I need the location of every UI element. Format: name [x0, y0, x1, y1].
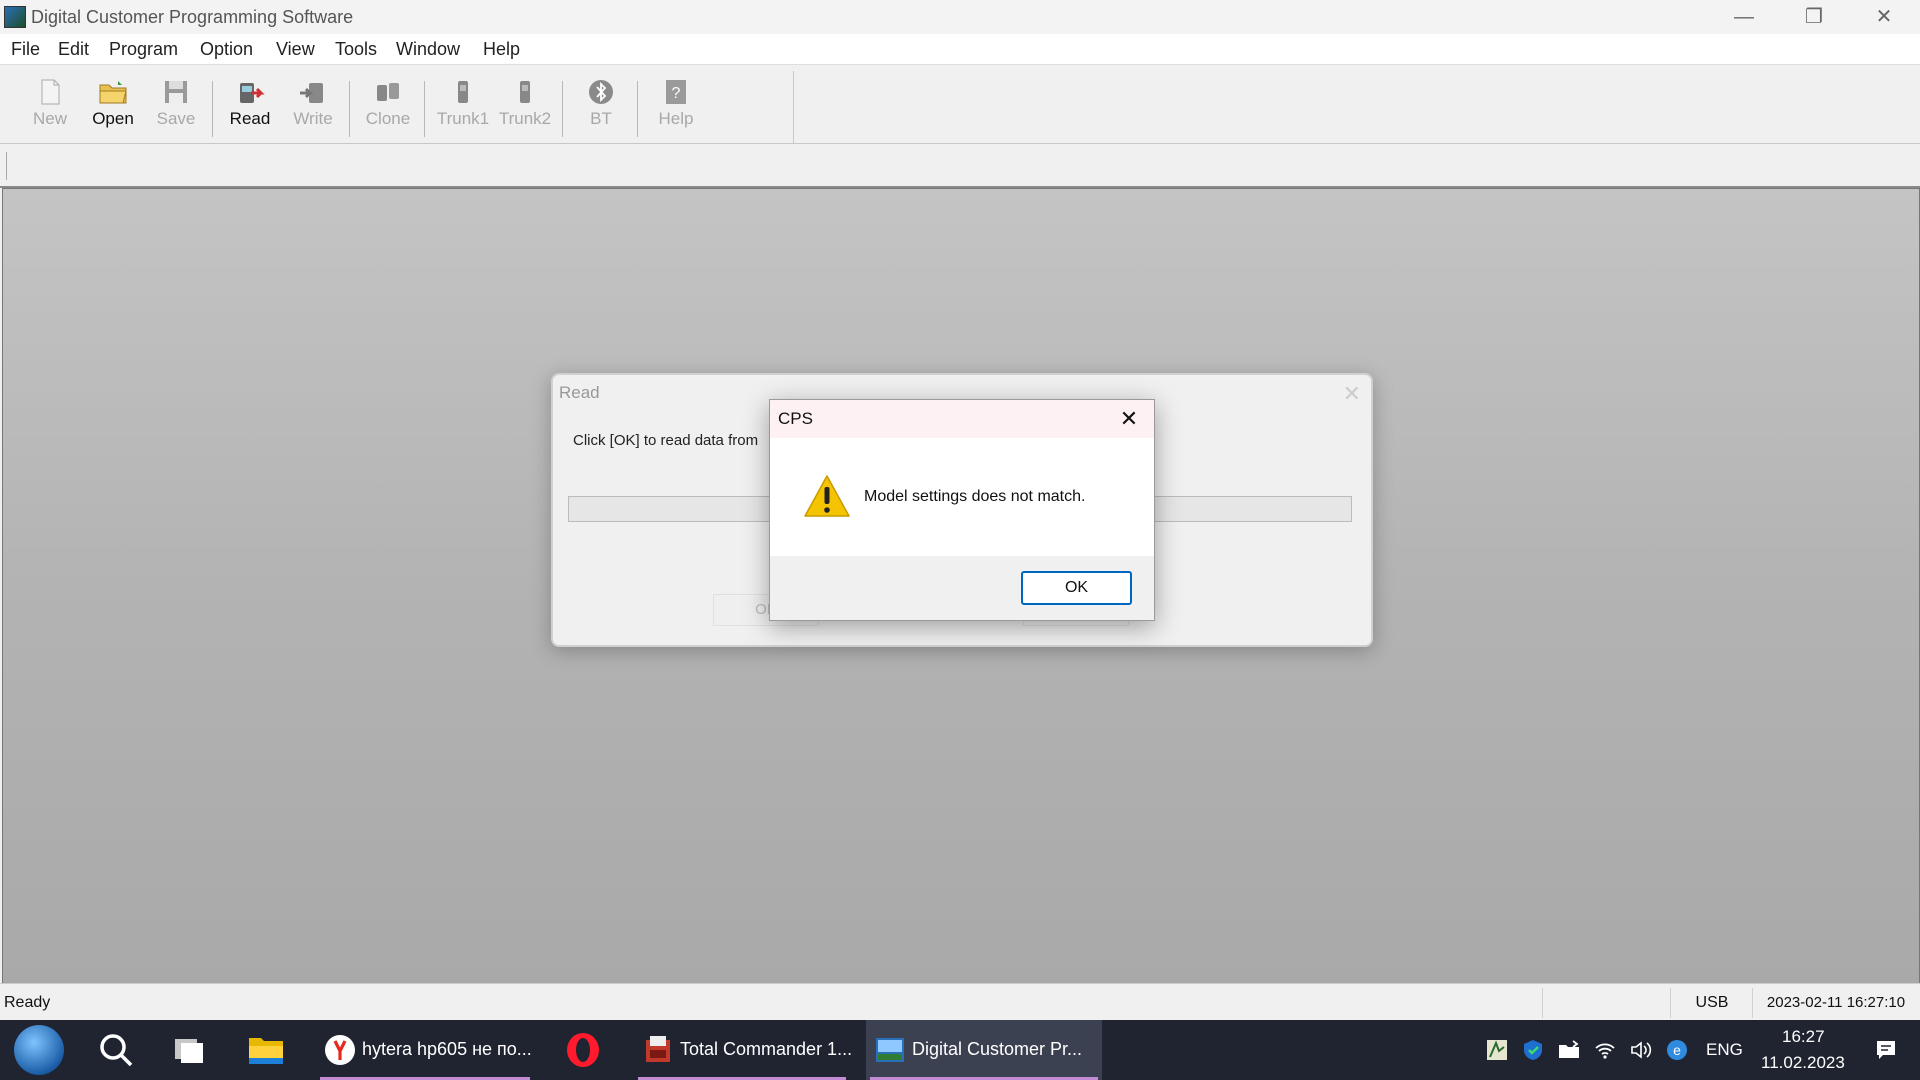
close-window-button[interactable]: ✕	[1849, 0, 1919, 34]
cps-title-bar: CPS ✕	[770, 400, 1154, 438]
status-datetime: 2023-02-11 16:27:10	[1752, 988, 1919, 1018]
read-dialog-message: Click [OK] to read data from	[573, 432, 759, 449]
ok-button[interactable]: OK	[1021, 571, 1132, 605]
new-file-icon	[41, 79, 60, 105]
save-label: Save	[156, 109, 196, 128]
bluetooth-icon	[589, 80, 613, 104]
status-bar: Ready USB 2023-02-11 16:27:10	[0, 983, 1920, 1021]
window-title: Digital Customer Programming Software	[31, 7, 354, 27]
toolbar-panel: New Open Save Read Write Clone Trunk1 Tr…	[6, 71, 794, 147]
menu-program[interactable]: Program	[109, 39, 178, 60]
task-yandex-browser[interactable]: hytera hp605 не по...	[316, 1020, 534, 1080]
bt-button[interactable]: BT	[570, 77, 632, 141]
app-icon	[4, 6, 26, 28]
status-ready: Ready	[4, 994, 51, 1011]
menu-help[interactable]: Help	[483, 39, 520, 60]
help-icon: ?	[666, 80, 686, 104]
close-icon[interactable]: ✕	[1112, 404, 1146, 434]
opera-icon[interactable]	[563, 1030, 603, 1070]
taskbar: hytera hp605 не по... Total Commander 1.…	[0, 1020, 1920, 1080]
new-label: New	[32, 109, 67, 128]
cps-app-icon	[876, 1038, 904, 1062]
search-icon[interactable]	[96, 1030, 136, 1070]
task-total-commander[interactable]: Total Commander 1...	[634, 1020, 853, 1080]
help-button[interactable]: ? Help	[645, 77, 707, 141]
menu-window[interactable]: Window	[396, 39, 460, 60]
menu-view[interactable]: View	[276, 39, 315, 60]
clone-button[interactable]: Clone	[357, 77, 419, 141]
toolbar-separator	[562, 81, 563, 137]
trunk2-icon	[520, 81, 530, 103]
cps-body: Model settings does not match.	[770, 438, 1154, 556]
yandex-browser-icon	[325, 1035, 355, 1065]
task-label: hytera hp605 не по...	[362, 1039, 532, 1059]
clone-icon	[377, 83, 399, 101]
menu-tools[interactable]: Tools	[335, 39, 377, 60]
svg-text:e: e	[1673, 1042, 1681, 1058]
read-dialog-close-icon[interactable]: ✕	[1343, 381, 1361, 407]
menu-edit[interactable]: Edit	[58, 39, 89, 60]
defender-shield-icon[interactable]	[1521, 1038, 1545, 1062]
toolbar-separator	[349, 81, 350, 137]
write-label: Write	[293, 109, 333, 128]
read-button[interactable]: Read	[219, 77, 281, 141]
toolbar-grip	[6, 152, 7, 180]
clone-label: Clone	[365, 109, 411, 128]
trunk2-label: Trunk2	[498, 109, 552, 128]
wifi-icon[interactable]	[1593, 1038, 1617, 1062]
status-connection: USB	[1670, 988, 1753, 1018]
language-indicator[interactable]: ENG	[1706, 1040, 1743, 1060]
menu-file[interactable]: File	[11, 39, 40, 60]
file-explorer-icon[interactable]	[246, 1030, 286, 1070]
save-button[interactable]: Save	[145, 77, 207, 141]
restore-button[interactable]: ❐	[1779, 0, 1849, 34]
notification-icon[interactable]	[1874, 1038, 1898, 1062]
trunk1-label: Trunk1	[436, 109, 490, 128]
browser-tray-icon[interactable]: e	[1665, 1038, 1689, 1062]
menu-option[interactable]: Option	[200, 39, 253, 60]
folder-sync-icon[interactable]	[1557, 1038, 1581, 1062]
new-button[interactable]: New	[19, 77, 81, 141]
trunk2-button[interactable]: Trunk2	[494, 77, 556, 141]
task-label: Total Commander 1...	[680, 1039, 853, 1059]
svg-text:?: ?	[672, 85, 681, 102]
trunk1-button[interactable]: Trunk1	[432, 77, 494, 141]
workspace: Read ✕ Click [OK] to read data from OK C…	[2, 188, 1920, 984]
minimize-button[interactable]: —	[1709, 0, 1779, 34]
bt-label: BT	[590, 109, 612, 128]
clock-date[interactable]: 11.02.2023	[1761, 1053, 1845, 1073]
start-button[interactable]	[14, 1025, 64, 1075]
cps-message-box: CPS ✕ Model settings does not match. OK	[769, 399, 1155, 621]
toolbar: New Open Save Read Write Clone Trunk1 Tr…	[0, 65, 1920, 147]
task-digital-customer-programming[interactable]: Digital Customer Pr...	[866, 1020, 1102, 1080]
warning-icon	[804, 475, 850, 517]
read-label: Read	[229, 109, 271, 128]
total-commander-icon	[646, 1036, 670, 1062]
trunk1-icon	[458, 81, 468, 103]
cps-message: Model settings does not match.	[864, 488, 1086, 505]
toolbar-separator	[212, 81, 213, 137]
open-folder-icon	[99, 81, 127, 104]
status-empty-cell	[1542, 988, 1671, 1018]
help-label: Help	[658, 109, 694, 128]
open-label: Open	[92, 109, 134, 128]
read-dialog-title: Read	[559, 383, 600, 402]
task-view-icon[interactable]	[169, 1030, 209, 1070]
read-radio-icon	[240, 83, 265, 103]
title-bar: Digital Customer Programming Software — …	[0, 0, 1920, 34]
open-button[interactable]: Open	[82, 77, 144, 141]
save-icon	[165, 81, 187, 103]
write-button[interactable]: Write	[282, 77, 344, 141]
toolbar-separator	[637, 81, 638, 137]
volume-icon[interactable]	[1629, 1038, 1653, 1062]
tray-app-icon[interactable]	[1485, 1038, 1509, 1062]
clock-time[interactable]: 16:27	[1782, 1027, 1825, 1047]
secondary-toolbar	[0, 144, 1920, 188]
cps-footer: OK	[770, 556, 1154, 620]
write-radio-icon	[300, 83, 323, 103]
menu-bar: File Edit Program Option View Tools Wind…	[0, 34, 1920, 65]
toolbar-separator	[424, 81, 425, 137]
cps-title: CPS	[778, 409, 813, 428]
task-label: Digital Customer Pr...	[912, 1039, 1083, 1059]
